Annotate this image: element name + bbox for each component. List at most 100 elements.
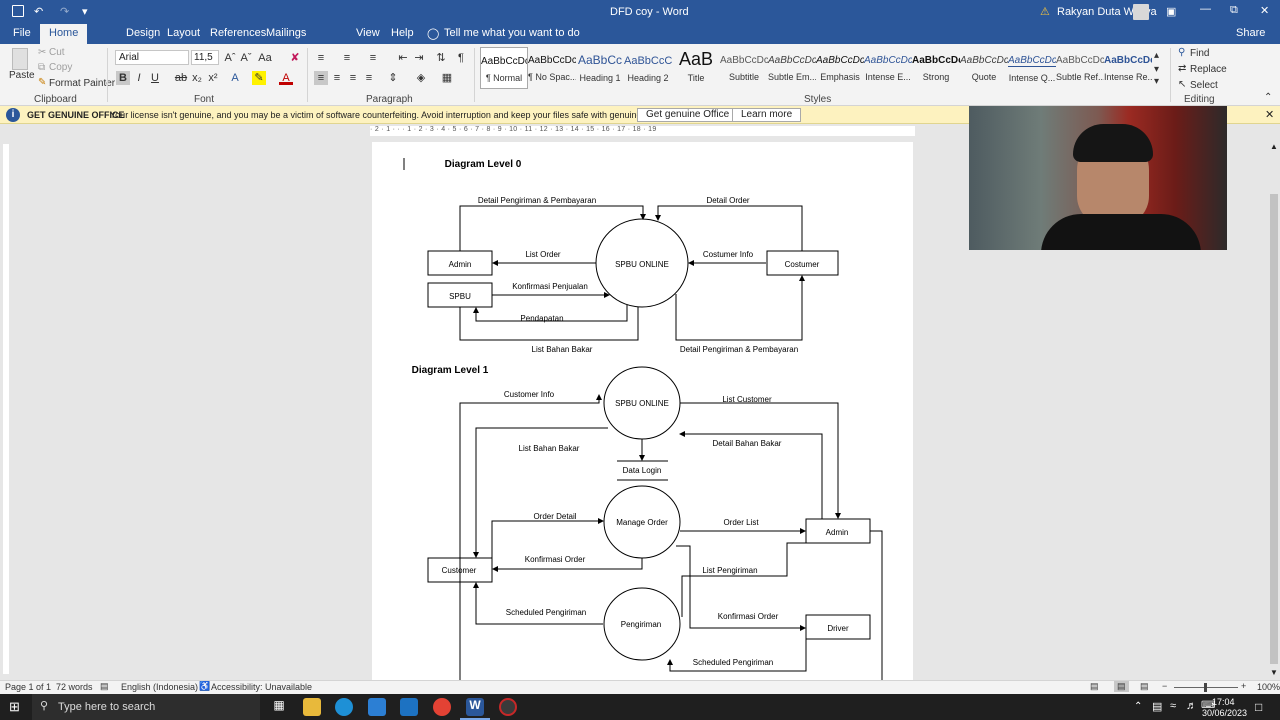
collapse-ribbon-icon[interactable]: ⌃: [1264, 92, 1272, 103]
find-button[interactable]: Find: [1190, 48, 1209, 59]
language[interactable]: English (Indonesia): [121, 682, 198, 692]
paste-button[interactable]: Paste: [9, 70, 35, 81]
select-button[interactable]: Select: [1190, 80, 1218, 91]
word-icon[interactable]: W: [466, 698, 484, 716]
tab-view[interactable]: View: [356, 27, 380, 39]
align-right-icon[interactable]: ≡: [346, 71, 360, 85]
style-quote[interactable]: AaBbCcDc Quote: [960, 47, 1008, 89]
tab-home[interactable]: Home: [40, 24, 88, 44]
print-layout-icon[interactable]: ▤: [1114, 681, 1129, 692]
tab-layout[interactable]: Layout: [167, 27, 200, 39]
text-effects-icon[interactable]: A: [228, 71, 242, 85]
vertical-scrollbar[interactable]: ▲ ▼: [1268, 140, 1280, 680]
zoom-thumb[interactable]: [1204, 683, 1207, 692]
file-explorer-icon[interactable]: [303, 698, 321, 716]
font-size-select[interactable]: 11,5: [191, 50, 219, 65]
ribbon-display-options-icon[interactable]: ▣: [1166, 5, 1176, 18]
recorder-icon[interactable]: [499, 698, 517, 716]
horizontal-ruler[interactable]: · 2 · 1 · · · 1 · 2 · 3 · 4 · 5 · 6 · 7 …: [370, 126, 915, 136]
style-heading-1[interactable]: AaBbCc Heading 1: [576, 47, 624, 89]
save-icon[interactable]: [12, 5, 24, 17]
zoom-in-icon[interactable]: +: [1241, 681, 1246, 691]
sort-icon[interactable]: ⇅: [434, 51, 448, 65]
clock-time[interactable]: 17:04: [1212, 697, 1235, 707]
shading-icon[interactable]: ◈: [414, 71, 428, 85]
highlight-icon[interactable]: ✎: [252, 71, 266, 85]
style-strong[interactable]: AaBbCcDc Strong: [912, 47, 960, 89]
strikethrough-icon[interactable]: ab: [174, 71, 188, 85]
style-subtle-reference[interactable]: AaBbCcDc Subtle Ref...: [1056, 47, 1104, 89]
style-normal[interactable]: AaBbCcDc ¶ Normal: [480, 47, 528, 89]
numbering-icon[interactable]: ≡: [340, 51, 354, 65]
store-icon[interactable]: [368, 698, 386, 716]
superscript-icon[interactable]: x²: [206, 71, 220, 85]
bold-icon[interactable]: B: [116, 71, 130, 85]
styles-more-icon[interactable]: ▾: [1154, 76, 1159, 87]
scroll-up-icon[interactable]: ▲: [1270, 142, 1278, 151]
line-spacing-icon[interactable]: ⇕: [386, 71, 400, 85]
restore-icon[interactable]: ⧉: [1230, 4, 1238, 17]
borders-icon[interactable]: ▦: [440, 71, 454, 85]
replace-button[interactable]: Replace: [1190, 64, 1227, 75]
share-button[interactable]: Share: [1236, 27, 1265, 39]
word-count[interactable]: 72 words: [56, 682, 93, 692]
copy-button[interactable]: Copy: [49, 62, 72, 73]
redo-icon[interactable]: ↷: [60, 5, 69, 18]
chrome-icon[interactable]: [433, 698, 451, 716]
style-subtitle[interactable]: AaBbCcDc Subtitle: [720, 47, 768, 89]
bullets-icon[interactable]: ≡: [314, 51, 328, 65]
tab-references[interactable]: References: [210, 27, 266, 39]
taskbar-search[interactable]: ⚲ Type here to search: [32, 694, 260, 720]
style-intense-quote[interactable]: AaBbCcDc Intense Q...: [1008, 47, 1056, 89]
style-emphasis[interactable]: AaBbCcDc Emphasis: [816, 47, 864, 89]
notifications-icon[interactable]: □: [1255, 700, 1262, 714]
undo-icon[interactable]: ↶: [34, 5, 43, 18]
justify-icon[interactable]: ≡: [362, 71, 376, 85]
wifi-icon[interactable]: ≈: [1170, 700, 1176, 712]
style-subtle-emphasis[interactable]: AaBbCcDc Subtle Em...: [768, 47, 816, 89]
document-page[interactable]: Diagram Level 0 Admin SPBU SPBU ONLINE C…: [372, 142, 913, 680]
accessibility-status[interactable]: Accessibility: Unavailable: [211, 682, 312, 692]
font-color-icon[interactable]: A: [279, 71, 293, 85]
zoom-level[interactable]: 100%: [1257, 682, 1280, 692]
page-count[interactable]: Page 1 of 1: [5, 682, 51, 692]
tab-help[interactable]: Help: [391, 27, 414, 39]
shrink-font-icon[interactable]: Aˇ: [239, 51, 253, 65]
proofing-icon[interactable]: ▤: [100, 681, 109, 692]
network-icon[interactable]: ▤: [1152, 700, 1162, 713]
scroll-down-icon[interactable]: ▼: [1270, 668, 1278, 677]
cut-button[interactable]: Cut: [49, 47, 65, 58]
scroll-thumb[interactable]: [1270, 194, 1278, 664]
learn-more-button[interactable]: Learn more: [732, 108, 802, 122]
avatar[interactable]: [1133, 4, 1149, 20]
minimize-icon[interactable]: —: [1200, 3, 1211, 15]
grow-font-icon[interactable]: Aˆ: [223, 51, 237, 65]
tab-file[interactable]: File: [13, 27, 31, 39]
mail-icon[interactable]: [400, 698, 418, 716]
decrease-indent-icon[interactable]: ⇤: [396, 51, 410, 65]
pilcrow-icon[interactable]: ¶: [454, 51, 468, 65]
underline-icon[interactable]: U: [148, 71, 162, 85]
styles-scroll-up-icon[interactable]: ▴: [1154, 50, 1159, 61]
style-intense-reference[interactable]: AaBbCcDc Intense Re...: [1104, 47, 1152, 89]
increase-indent-icon[interactable]: ⇥: [412, 51, 426, 65]
style-heading-2[interactable]: AaBbCcC Heading 2: [624, 47, 672, 89]
italic-icon[interactable]: I: [132, 71, 146, 85]
tell-me-input[interactable]: Tell me what you want to do: [444, 27, 580, 39]
edge-icon[interactable]: [335, 698, 353, 716]
style-intense-emphasis[interactable]: AaBbCcDc Intense E...: [864, 47, 912, 89]
clear-formatting-icon[interactable]: ✘: [288, 51, 302, 65]
change-case-icon[interactable]: Aa: [258, 51, 272, 65]
get-genuine-office-button[interactable]: Get genuine Office: [637, 108, 739, 122]
windows-start-icon[interactable]: ⊞: [9, 700, 23, 714]
focus-mode-icon[interactable]: ▤: [1090, 681, 1099, 692]
paste-icon[interactable]: [12, 48, 28, 70]
task-view-icon[interactable]: ▦: [270, 698, 288, 716]
clock-date[interactable]: 30/06/2023: [1202, 708, 1247, 718]
system-tray-chevron-icon[interactable]: ⌃: [1134, 701, 1142, 712]
multilevel-list-icon[interactable]: ≡: [366, 51, 380, 65]
vertical-ruler[interactable]: [0, 136, 12, 680]
styles-scroll-down-icon[interactable]: ▾: [1154, 64, 1159, 75]
format-painter-button[interactable]: Format Painter: [49, 78, 115, 89]
align-left-icon[interactable]: ≡: [314, 71, 328, 85]
